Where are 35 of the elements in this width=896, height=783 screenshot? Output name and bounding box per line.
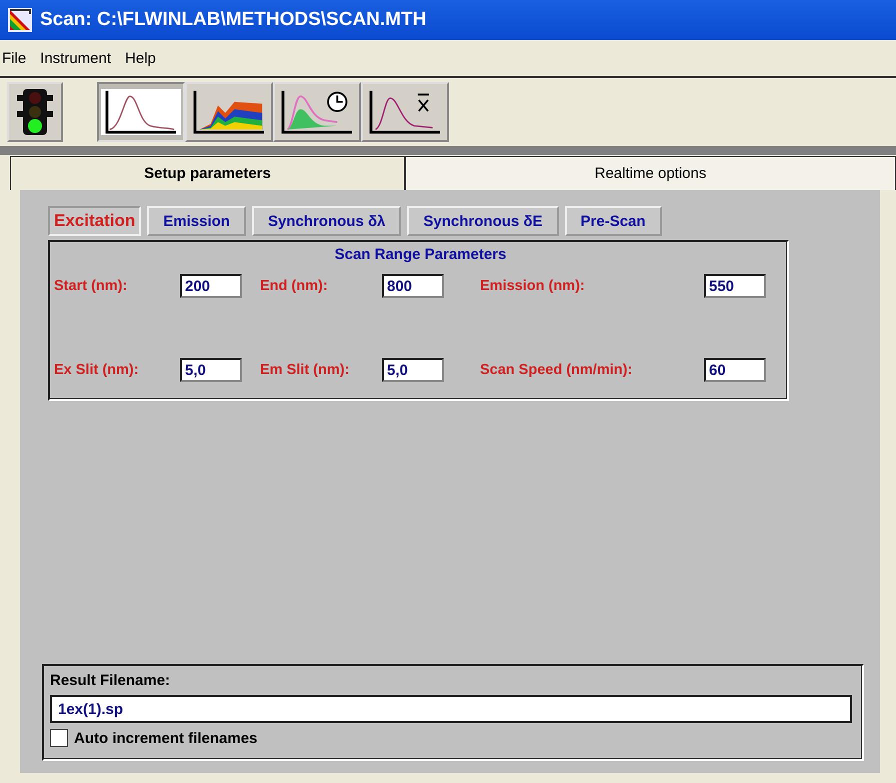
input-field[interactable]: 200: [180, 274, 242, 298]
status-button[interactable]: [7, 82, 63, 142]
tab[interactable]: Setup parameters: [10, 156, 405, 190]
chart-mode-button[interactable]: [185, 82, 273, 142]
chart-mode-button[interactable]: [273, 82, 361, 142]
field-label: Scan Speed (nm/min):: [480, 362, 634, 378]
menu-item[interactable]: Instrument: [40, 50, 112, 66]
field-label: Start (nm):: [54, 278, 128, 294]
field-label: Em Slit (nm):: [260, 362, 350, 378]
chart-mode-button[interactable]: [361, 82, 449, 142]
field-label: Ex Slit (nm):: [54, 362, 140, 378]
checkbox[interactable]: [50, 729, 68, 747]
input-field[interactable]: 60: [704, 358, 766, 382]
input-field[interactable]: 550: [704, 274, 766, 298]
field-label: End (nm):: [260, 278, 329, 294]
field-label: Result Filename:: [50, 672, 172, 689]
input-field[interactable]: 5,0: [382, 358, 444, 382]
scan-type-button[interactable]: Synchronous δλ: [252, 206, 402, 236]
window-title: Scan: C:\FLWINLAB\METHODS\SCAN.MTH: [40, 9, 426, 31]
traffic-light-icon: [15, 87, 55, 137]
chart-mode-button[interactable]: [97, 82, 185, 142]
scan-type-button[interactable]: Pre-Scan: [564, 206, 662, 236]
input-field[interactable]: 800: [382, 274, 444, 298]
menu-item[interactable]: Help: [125, 50, 156, 66]
input-field[interactable]: 5,0: [180, 358, 242, 382]
filename-field[interactable]: 1ex(1).sp: [50, 695, 852, 723]
scan-type-button[interactable]: Emission: [147, 206, 246, 236]
menu-item[interactable]: File: [2, 50, 26, 66]
tab[interactable]: Realtime options: [405, 156, 896, 190]
group-title: Scan Range Parameters: [334, 246, 508, 263]
peak-chart-icon: [101, 89, 181, 135]
checkbox-label: Auto increment filenames: [74, 730, 258, 746]
rainbow-app-icon: [8, 8, 32, 32]
field-label: Emission (nm):: [480, 278, 586, 294]
scan-type-button[interactable]: Synchronous δE: [407, 206, 559, 236]
